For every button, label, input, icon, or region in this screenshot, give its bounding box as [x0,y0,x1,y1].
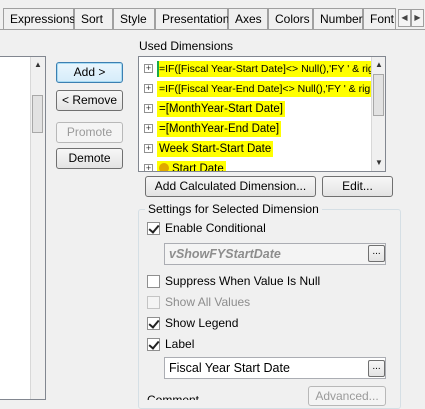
list-item[interactable]: + =IF([Fiscal Year-End Date]<> Null(),'F… [139,79,379,99]
list-item-label-wrap: Start Date [157,161,226,172]
settings-group-title: Settings for Selected Dimension [145,202,322,216]
scroll-down-icon[interactable]: ▼ [372,155,385,171]
expand-icon[interactable]: + [144,124,153,133]
tab-colors[interactable]: Colors [268,8,313,29]
tab-font[interactable]: Font [363,8,396,29]
promote-button[interactable]: Promote [56,122,123,143]
enable-conditional-checkbox[interactable] [147,222,160,235]
add-calculated-dimension-button[interactable]: Add Calculated Dimension... [145,176,316,197]
list-item-label: =IF([Fiscal Year-Start Date]<> Null(),'F… [159,61,380,77]
scroll-thumb[interactable] [373,74,384,116]
comment-label: Comment [147,393,200,400]
scroll-thumb[interactable] [32,95,43,133]
tab-number[interactable]: Number [313,8,363,29]
show-all-values-label: Show All Values [165,295,251,309]
scroll-up-icon[interactable]: ▲ [31,57,45,73]
suppress-null-label: Suppress When Value Is Null [165,274,321,288]
tab-scroll-right-button[interactable]: ▶ [411,9,424,27]
tab-style[interactable]: Style [113,8,155,29]
remove-button[interactable]: < Remove [56,90,123,111]
expand-icon[interactable]: + [144,104,153,113]
advanced-button[interactable]: Advanced... [308,386,386,406]
settings-group [138,209,401,409]
label-checkbox-label: Label [165,337,195,351]
tab-strip: Expressions Sort Style Presentation Axes… [0,0,425,30]
available-fields-scrollbar[interactable]: ▲ [30,57,45,399]
used-dimensions-scrollbar[interactable]: ▲ ▼ [371,57,385,171]
conditional-expression-field[interactable]: vShowFYStartDate [164,243,386,265]
enable-conditional-label: Enable Conditional [165,221,266,235]
show-legend-checkbox[interactable] [147,317,160,330]
label-checkbox[interactable] [147,338,160,351]
list-item-highlight: =IF([Fiscal Year-Start Date]<> Null(),'F… [157,61,380,77]
label-ellipsis-button[interactable]: ... [368,360,385,377]
edit-button[interactable]: Edit... [322,176,393,197]
add-button[interactable]: Add > [56,62,123,83]
show-legend-label: Show Legend [165,316,239,330]
suppress-null-checkbox[interactable] [147,275,160,288]
tab-scroll-left-button[interactable]: ◀ [398,9,411,27]
show-all-values-checkbox[interactable] [147,296,160,309]
list-item[interactable]: + =IF([Fiscal Year-Start Date]<> Null(),… [139,59,380,79]
expand-icon[interactable]: + [144,164,153,171]
scroll-up-icon[interactable]: ▲ [372,57,385,73]
tab-expressions[interactable]: Expressions [3,8,75,29]
tab-axes[interactable]: Axes [228,8,268,29]
list-item[interactable]: + =[MonthYear-Start Date] [139,99,372,119]
used-dimensions-list[interactable]: + =IF([Fiscal Year-Start Date]<> Null(),… [138,56,386,172]
used-dimensions-label: Used Dimensions [139,39,234,53]
tab-sort[interactable]: Sort [74,8,113,29]
list-item[interactable]: + Week Start-Start Date [139,139,372,159]
list-item-label: =IF([Fiscal Year-End Date]<> Null(),'FY … [157,81,379,97]
list-item[interactable]: + Start Date [139,159,372,172]
list-item-label: Week Start-Start Date [157,141,274,157]
list-item-label: =[MonthYear-End Date] [157,121,282,137]
expand-icon[interactable]: + [144,144,153,153]
conditional-ellipsis-button[interactable]: ... [368,245,385,262]
tab-presentation[interactable]: Presentation [155,8,229,29]
demote-button[interactable]: Demote [56,148,123,169]
expand-icon[interactable]: + [144,64,153,73]
expand-icon[interactable]: + [144,84,153,93]
available-fields-list[interactable]: ▲ [0,56,46,400]
list-item[interactable]: + =[MonthYear-End Date] [139,119,372,139]
list-item-label: =[MonthYear-Start Date] [157,101,285,117]
label-text-field[interactable]: Fiscal Year Start Date [164,357,386,379]
calendar-field-icon [159,163,169,171]
list-item-label: Start Date [172,163,224,172]
tab-divider [0,29,425,30]
